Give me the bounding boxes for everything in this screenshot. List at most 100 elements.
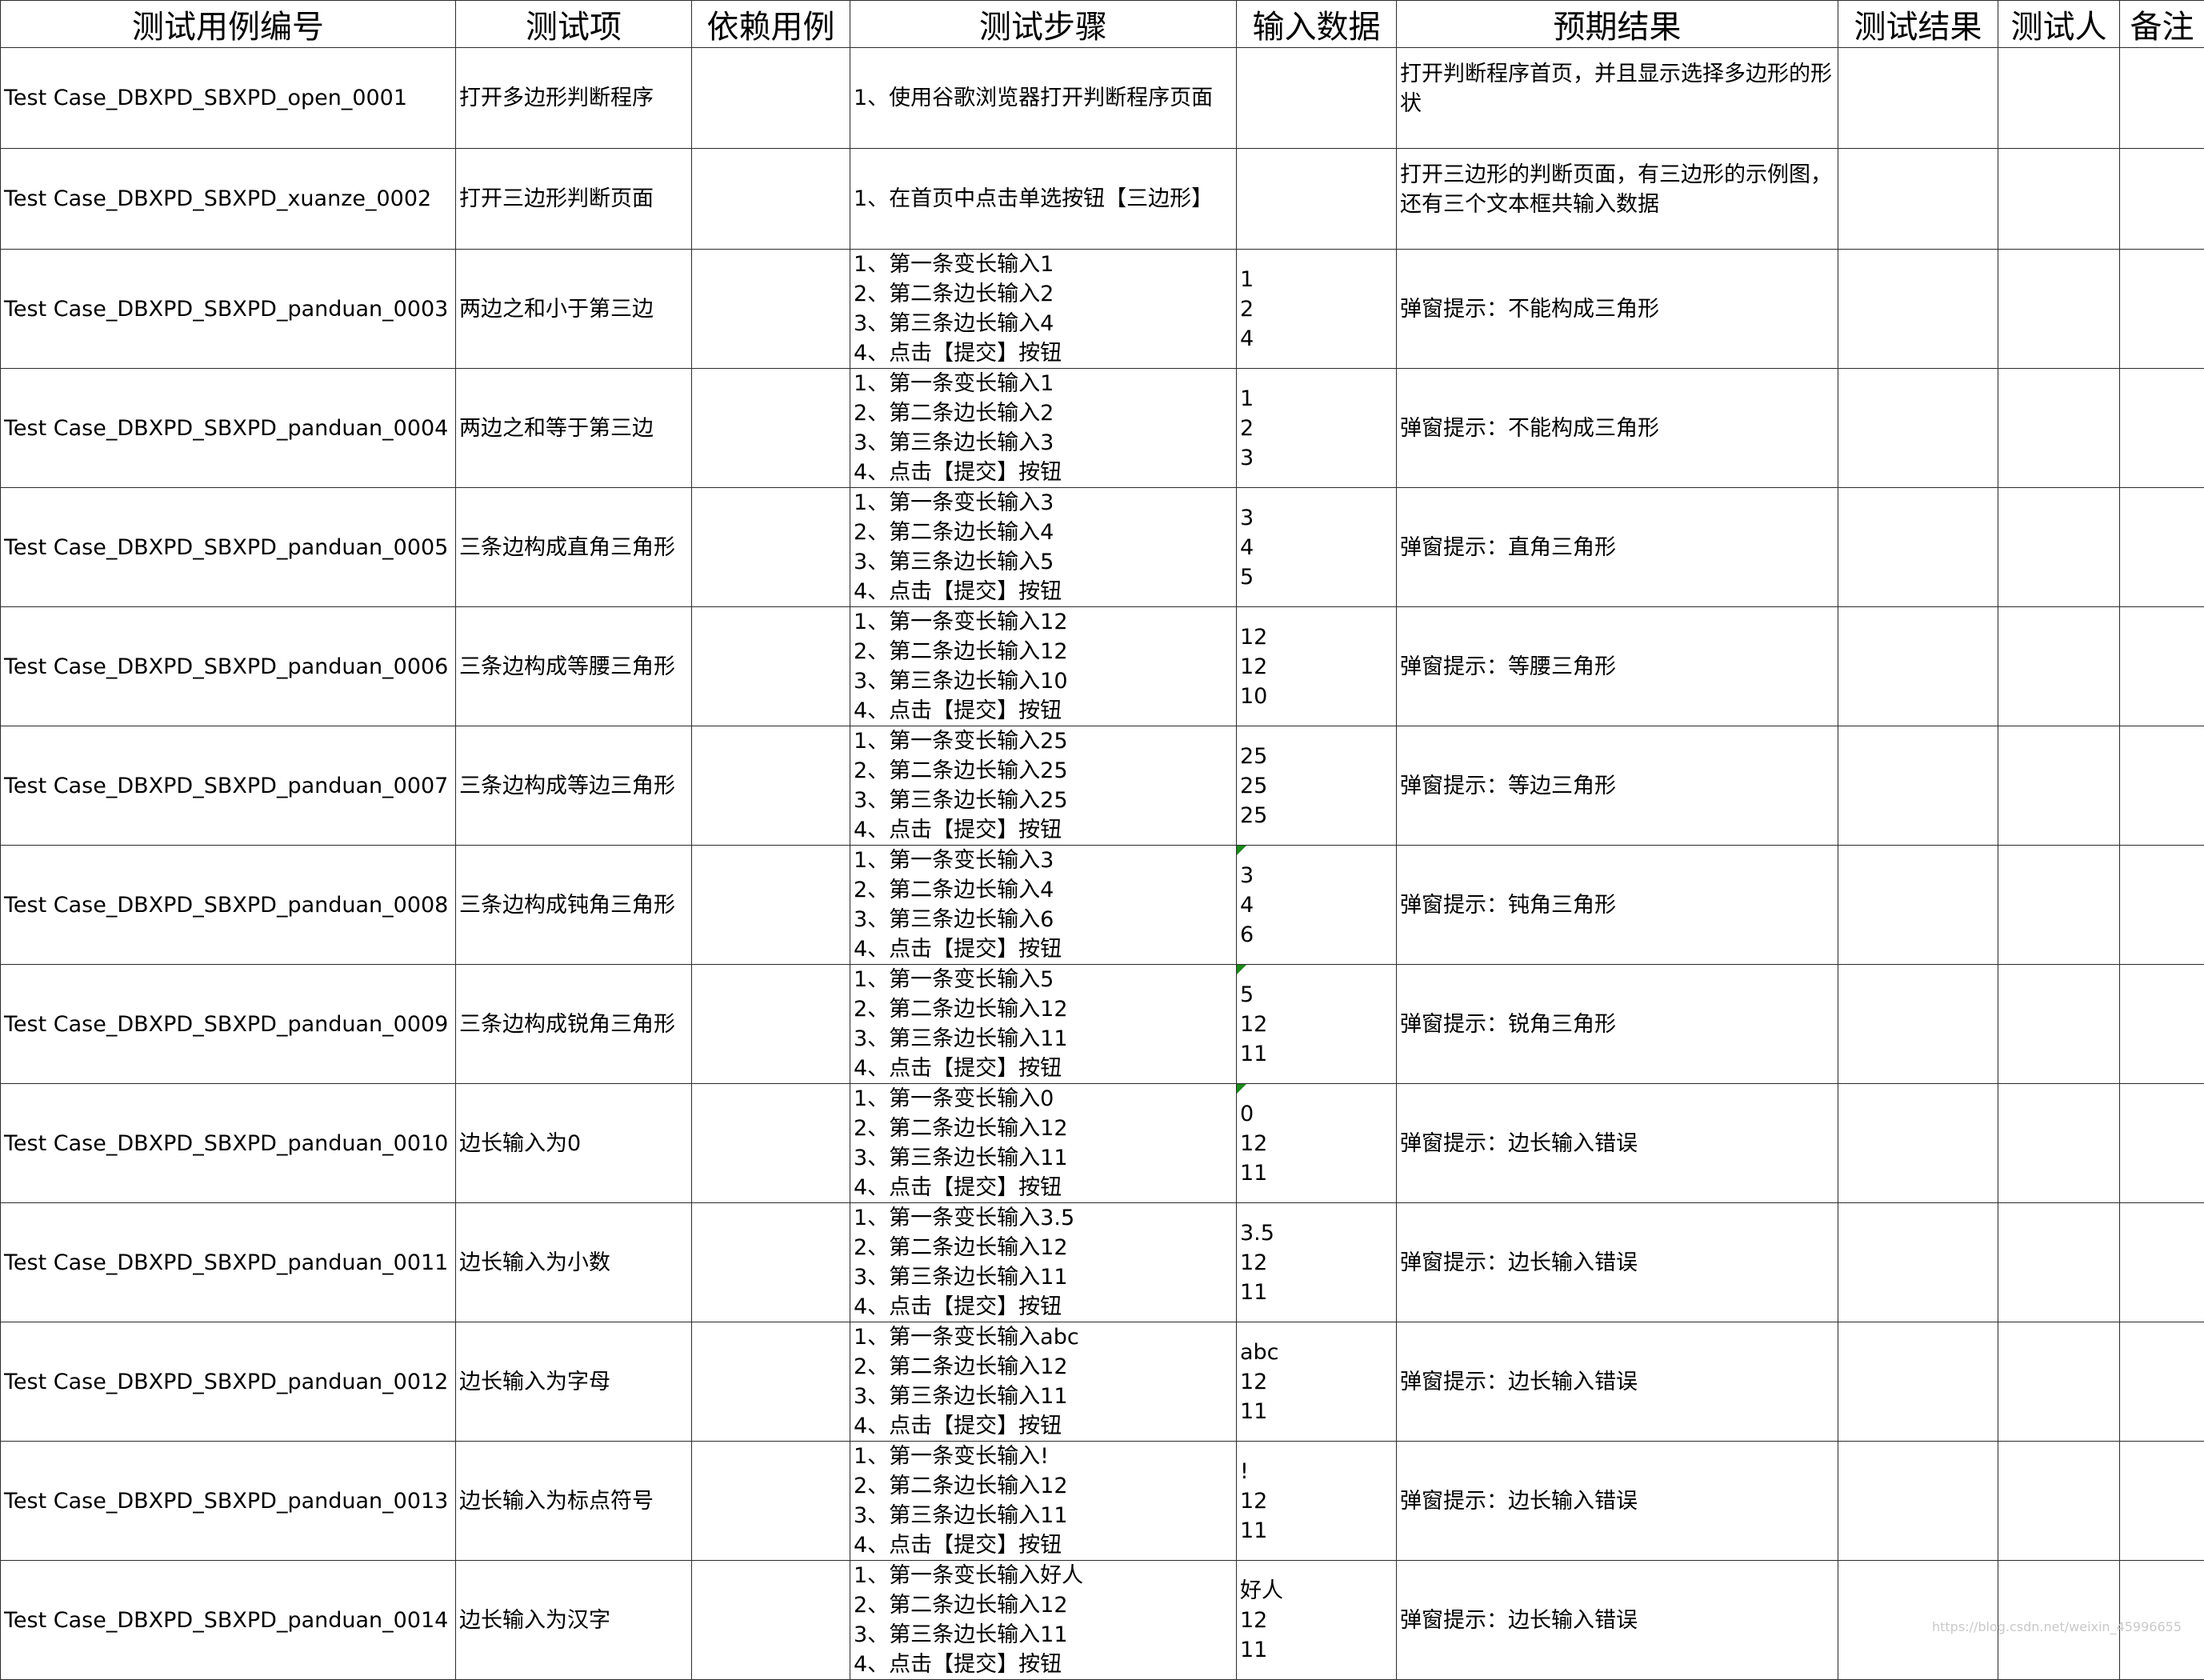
input-data-cell: 3 4 6 xyxy=(1237,846,1397,965)
dependency-cell xyxy=(692,369,850,488)
test-case-table: 测试用例编号 测试项 依赖用例 测试步骤 输入数据 预期结果 测试结果 测试人 … xyxy=(0,0,2204,1680)
steps-cell: 1、第一条变长输入5 2、第二条边长输入12 3、第三条边长输入11 4、点击【… xyxy=(850,965,1237,1084)
test-item-cell: 三条边构成直角三角形 xyxy=(456,488,692,607)
case-id-cell: Test Case_DBXPD_SBXPD_panduan_0009 xyxy=(1,965,456,1084)
notes-cell xyxy=(2120,250,2204,369)
notes-cell xyxy=(2120,149,2204,250)
steps-cell: 1、第一条变长输入3 2、第二条边长输入4 3、第三条边长输入6 4、点击【提交… xyxy=(850,846,1237,965)
header-tester: 测试人 xyxy=(1998,1,2120,48)
input-data-cell: abc 12 11 xyxy=(1237,1322,1397,1442)
dependency-cell xyxy=(692,965,850,1084)
notes-cell xyxy=(2120,1084,2204,1203)
notes-cell xyxy=(2120,607,2204,726)
test-item-cell: 三条边构成钝角三角形 xyxy=(456,846,692,965)
test-item-cell: 两边之和小于第三边 xyxy=(456,250,692,369)
dependency-cell xyxy=(692,250,850,369)
input-data-text: 3 4 6 xyxy=(1240,863,1254,947)
steps-cell: 1、第一条变长输入abc 2、第二条边长输入12 3、第三条边长输入11 4、点… xyxy=(850,1322,1237,1442)
actual-result-cell xyxy=(1838,1442,1998,1561)
expected-result-cell: 打开三边形的判断页面，有三边形的示例图， 还有三个文本框共输入数据 xyxy=(1397,149,1838,250)
header-case-id: 测试用例编号 xyxy=(1,1,456,48)
steps-cell: 1、第一条变长输入3.5 2、第二条边长输入12 3、第三条边长输入11 4、点… xyxy=(850,1203,1237,1322)
case-id-cell: Test Case_DBXPD_SBXPD_xuanze_0002 xyxy=(1,149,456,250)
dependency-cell xyxy=(692,1561,850,1680)
actual-result-cell xyxy=(1838,1084,1998,1203)
input-data-cell xyxy=(1237,48,1397,149)
case-id-cell: Test Case_DBXPD_SBXPD_panduan_0012 xyxy=(1,1322,456,1442)
actual-result-cell xyxy=(1838,846,1998,965)
steps-cell: 1、第一条变长输入1 2、第二条边长输入2 3、第三条边长输入4 4、点击【提交… xyxy=(850,250,1237,369)
case-id-cell: Test Case_DBXPD_SBXPD_panduan_0004 xyxy=(1,369,456,488)
comment-marker-icon xyxy=(1237,846,1246,855)
header-actual-result: 测试结果 xyxy=(1838,1,1998,48)
table-row: Test Case_DBXPD_SBXPD_panduan_0004两边之和等于… xyxy=(1,369,2204,488)
steps-cell: 1、第一条变长输入3 2、第二条边长输入4 3、第三条边长输入5 4、点击【提交… xyxy=(850,488,1237,607)
test-item-cell: 边长输入为字母 xyxy=(456,1322,692,1442)
notes-cell xyxy=(2120,1442,2204,1561)
input-data-cell: 5 12 11 xyxy=(1237,965,1397,1084)
case-id-cell: Test Case_DBXPD_SBXPD_panduan_0008 xyxy=(1,846,456,965)
expected-result-cell: 弹窗提示：边长输入错误 xyxy=(1397,1084,1838,1203)
dependency-cell xyxy=(692,149,850,250)
steps-cell: 1、第一条变长输入12 2、第二条边长输入12 3、第三条边长输入10 4、点击… xyxy=(850,607,1237,726)
case-id-cell: Test Case_DBXPD_SBXPD_panduan_0011 xyxy=(1,1203,456,1322)
header-steps: 测试步骤 xyxy=(850,1,1237,48)
case-id-cell: Test Case_DBXPD_SBXPD_panduan_0007 xyxy=(1,726,456,846)
notes-cell xyxy=(2120,488,2204,607)
tester-cell xyxy=(1998,1442,2120,1561)
table-row: Test Case_DBXPD_SBXPD_panduan_0005三条边构成直… xyxy=(1,488,2204,607)
input-data-cell: 25 25 25 xyxy=(1237,726,1397,846)
dependency-cell xyxy=(692,1203,850,1322)
actual-result-cell xyxy=(1838,1203,1998,1322)
tester-cell xyxy=(1998,1322,2120,1442)
table-row: Test Case_DBXPD_SBXPD_panduan_0003两边之和小于… xyxy=(1,250,2204,369)
header-notes: 备注 xyxy=(2120,1,2204,48)
table-row: Test Case_DBXPD_SBXPD_panduan_0011边长输入为小… xyxy=(1,1203,2204,1322)
tester-cell xyxy=(1998,1084,2120,1203)
expected-result-cell: 弹窗提示：等边三角形 xyxy=(1397,726,1838,846)
table-row: Test Case_DBXPD_SBXPD_panduan_0012边长输入为字… xyxy=(1,1322,2204,1442)
tester-cell xyxy=(1998,250,2120,369)
input-data-cell: 1 2 4 xyxy=(1237,250,1397,369)
notes-cell xyxy=(2120,1322,2204,1442)
header-dependency: 依赖用例 xyxy=(692,1,850,48)
expected-result-cell: 弹窗提示：边长输入错误 xyxy=(1397,1561,1838,1680)
actual-result-cell xyxy=(1838,607,1998,726)
test-item-cell: 两边之和等于第三边 xyxy=(456,369,692,488)
notes-cell xyxy=(2120,846,2204,965)
comment-marker-icon xyxy=(1237,965,1246,974)
test-item-cell: 边长输入为小数 xyxy=(456,1203,692,1322)
actual-result-cell xyxy=(1838,369,1998,488)
case-id-cell: Test Case_DBXPD_SBXPD_panduan_0013 xyxy=(1,1442,456,1561)
test-item-cell: 边长输入为标点符号 xyxy=(456,1442,692,1561)
case-id-cell: Test Case_DBXPD_SBXPD_panduan_0003 xyxy=(1,250,456,369)
dependency-cell xyxy=(692,726,850,846)
header-row: 测试用例编号 测试项 依赖用例 测试步骤 输入数据 预期结果 测试结果 测试人 … xyxy=(1,1,2204,48)
notes-cell xyxy=(2120,965,2204,1084)
tester-cell xyxy=(1998,488,2120,607)
table-row: Test Case_DBXPD_SBXPD_panduan_0009三条边构成锐… xyxy=(1,965,2204,1084)
notes-cell xyxy=(2120,48,2204,149)
tester-cell xyxy=(1998,607,2120,726)
test-item-cell: 三条边构成等边三角形 xyxy=(456,726,692,846)
notes-cell xyxy=(2120,369,2204,488)
test-item-cell: 三条边构成等腰三角形 xyxy=(456,607,692,726)
dependency-cell xyxy=(692,607,850,726)
expected-result-cell: 打开判断程序首页，并且显示选择多边形的形 状 xyxy=(1397,48,1838,149)
actual-result-cell xyxy=(1838,48,1998,149)
test-item-cell: 打开多边形判断程序 xyxy=(456,48,692,149)
expected-result-cell: 弹窗提示：不能构成三角形 xyxy=(1397,369,1838,488)
case-id-cell: Test Case_DBXPD_SBXPD_panduan_0010 xyxy=(1,1084,456,1203)
table-row: Test Case_DBXPD_SBXPD_open_0001打开多边形判断程序… xyxy=(1,48,2204,149)
input-data-text: 5 12 11 xyxy=(1240,982,1267,1066)
table-row: Test Case_DBXPD_SBXPD_panduan_0014边长输入为汉… xyxy=(1,1561,2204,1680)
dependency-cell xyxy=(692,1084,850,1203)
input-data-cell: 12 12 10 xyxy=(1237,607,1397,726)
actual-result-cell xyxy=(1838,250,1998,369)
expected-result-cell: 弹窗提示：边长输入错误 xyxy=(1397,1203,1838,1322)
notes-cell xyxy=(2120,726,2204,846)
case-id-cell: Test Case_DBXPD_SBXPD_panduan_0006 xyxy=(1,607,456,726)
actual-result-cell xyxy=(1838,965,1998,1084)
test-item-cell: 打开三边形判断页面 xyxy=(456,149,692,250)
actual-result-cell xyxy=(1838,149,1998,250)
